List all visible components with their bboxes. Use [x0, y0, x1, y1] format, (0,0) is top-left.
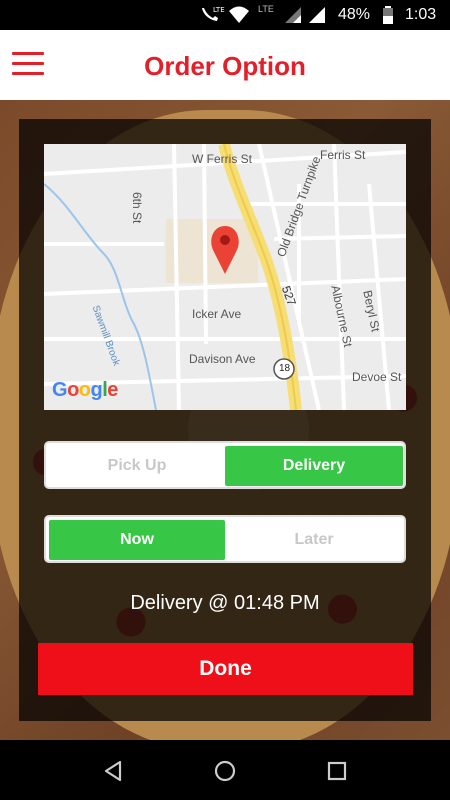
map-label-devoe-st: Devoe St [352, 370, 402, 384]
recents-square-icon[interactable] [324, 758, 350, 784]
signal-1-icon [285, 7, 301, 23]
delivery-time-label: Delivery @ 01:48 PM [130, 592, 320, 614]
back-triangle-icon[interactable] [100, 758, 126, 784]
clock: 1:03 [405, 6, 437, 23]
delivery-option[interactable]: Delivery [225, 446, 403, 486]
call-lte-icon: LTE [202, 6, 225, 21]
map-view[interactable]: W Ferris St Ferris St 6th St Old Bridge … [44, 144, 406, 410]
pickup-option[interactable]: Pick Up [49, 446, 225, 486]
signal-2-icon [309, 7, 325, 23]
battery-percent: 48% [338, 6, 371, 23]
page-title: Order Option [144, 51, 306, 81]
map-label-ferris-st: Ferris St [320, 148, 366, 162]
wifi-icon [229, 6, 249, 23]
order-type-toggle: Pick Up Delivery [44, 441, 406, 489]
map-label-route-18: 18 [279, 363, 291, 374]
now-option[interactable]: Now [49, 520, 225, 560]
later-option[interactable]: Later [225, 520, 403, 560]
system-nav-bar [0, 740, 450, 800]
battery-icon [383, 6, 393, 24]
network-type-label: LTE [258, 4, 274, 14]
done-button[interactable]: Done [38, 643, 413, 695]
timing-toggle: Now Later [44, 515, 406, 563]
map-label-davison-ave: Davison Ave [189, 352, 256, 366]
status-bar: LTE LTE 48% 1:03 [0, 0, 450, 30]
google-logo: Google [52, 379, 118, 401]
map-label-w-ferris-st: W Ferris St [192, 152, 252, 166]
map-label-icker-ave: Icker Ave [192, 307, 242, 321]
svg-text:LTE: LTE [213, 6, 225, 14]
map-label-6th-st: 6th St [130, 192, 144, 224]
home-circle-icon[interactable] [212, 758, 238, 784]
app-header: Order Option [0, 30, 450, 100]
